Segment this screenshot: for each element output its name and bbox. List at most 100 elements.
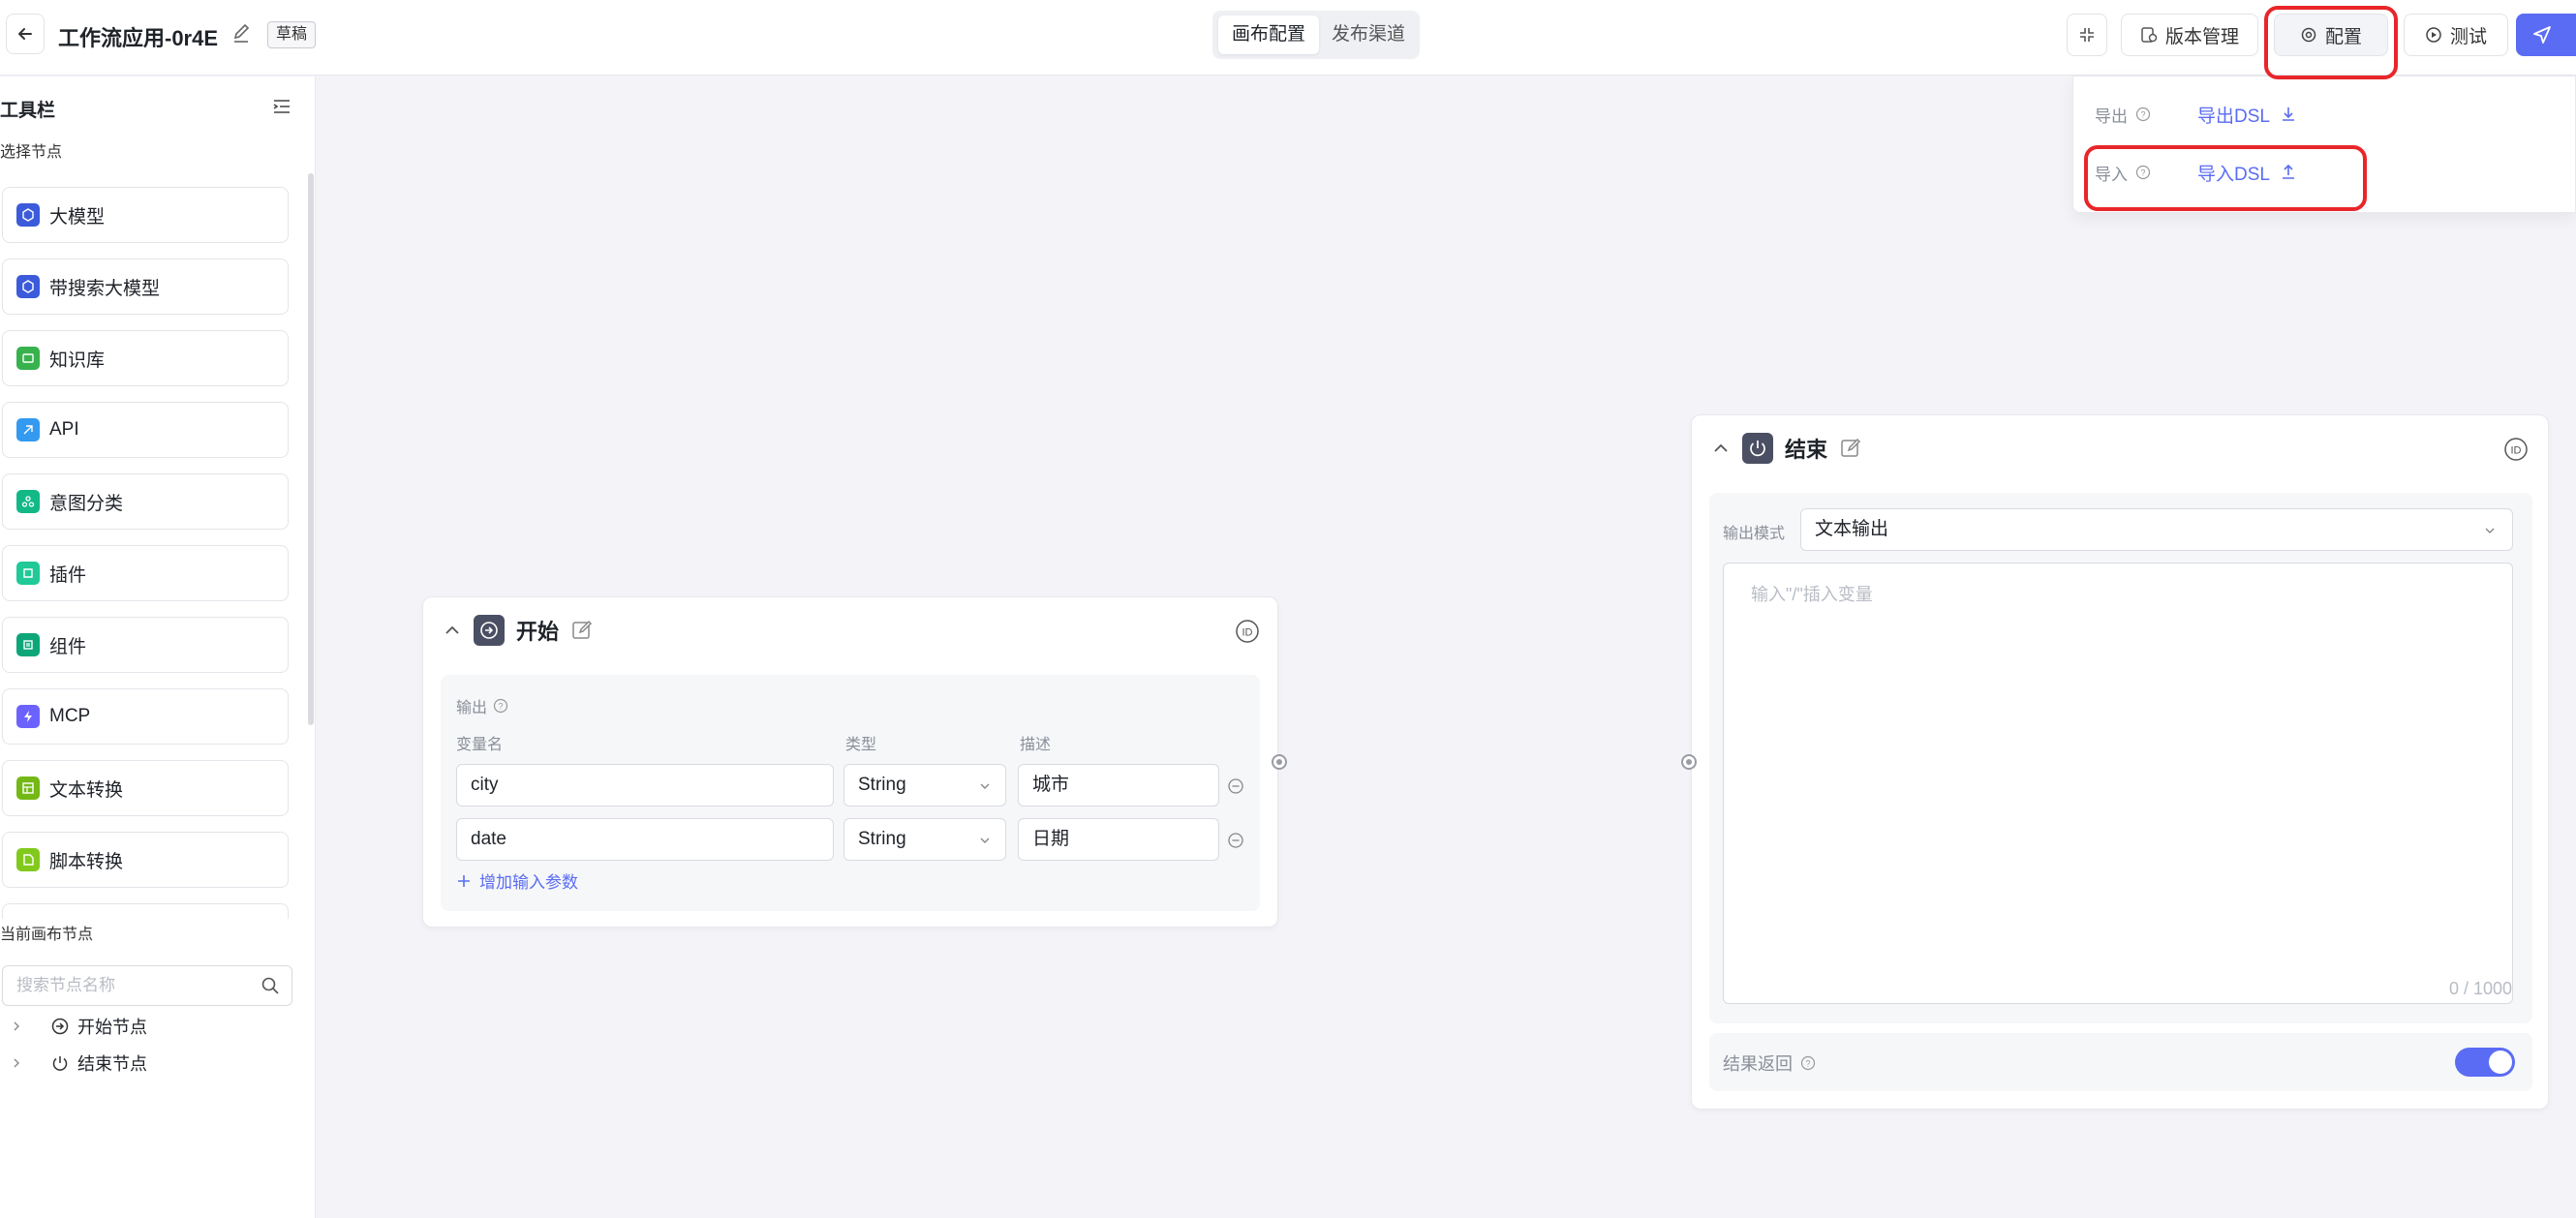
edit-icon[interactable] <box>230 21 252 45</box>
node-item-llm[interactable]: 大模型 <box>2 187 289 243</box>
output-mode-select[interactable]: 文本输出 <box>1800 508 2513 551</box>
help-icon: ? <box>2135 107 2151 122</box>
node-item-api[interactable]: API <box>2 402 289 458</box>
start-node-icon <box>51 1018 69 1035</box>
node-item-label: 文本转换 <box>49 779 124 801</box>
help-icon: ? <box>493 698 508 714</box>
edit-icon[interactable] <box>1839 437 1862 460</box>
sidebar-title: 工具栏 <box>0 101 56 121</box>
script-transform-icon <box>16 848 40 871</box>
output-section-label: 输出 ? <box>456 694 508 717</box>
chevron-right-icon[interactable] <box>10 1056 23 1070</box>
node-item-plugin[interactable]: 插件 <box>2 545 289 601</box>
sidebar-scrollbar[interactable] <box>308 173 314 725</box>
gear-icon <box>2301 27 2316 43</box>
start-node-body: 输出 ? 变量名 类型 描述 city String 城市 date Strin… <box>441 675 1260 911</box>
test-button[interactable]: 测试 <box>2404 14 2508 56</box>
current-nodes-label: 当前画布节点 <box>0 921 300 950</box>
node-item-search-llm[interactable]: 带搜索大模型 <box>2 259 289 315</box>
search-icon <box>261 977 279 994</box>
intent-icon <box>16 490 40 513</box>
chevron-up-icon[interactable] <box>443 621 462 640</box>
start-node-card[interactable]: 开始 ID 输出 ? 变量名 类型 描述 city String 城市 date… <box>422 596 1278 928</box>
node-item-text-transform[interactable]: 文本转换 <box>2 760 289 816</box>
export-row: 导出 ? <box>2095 100 2151 129</box>
back-button[interactable] <box>6 14 45 54</box>
variable-name-input[interactable]: date <box>456 818 834 861</box>
collapse-sidebar-icon[interactable] <box>271 96 292 117</box>
svg-text:?: ? <box>2140 168 2145 178</box>
column-header-type: 类型 <box>845 737 877 753</box>
add-param-button[interactable]: 增加输入参数 <box>456 868 578 893</box>
result-return-toggle[interactable] <box>2455 1048 2515 1077</box>
upload-icon <box>2282 164 2294 179</box>
llm-icon <box>16 203 40 227</box>
compress-icon <box>2080 28 2094 42</box>
version-management-button[interactable]: 版本管理 <box>2121 14 2258 56</box>
variable-type-select[interactable]: String <box>843 818 1006 861</box>
node-item-label: 带搜索大模型 <box>49 278 161 299</box>
select-value: String <box>858 829 906 849</box>
output-label: 输出 <box>456 700 488 716</box>
send-icon <box>2533 26 2551 44</box>
knowledge-icon <box>16 347 40 370</box>
variable-name-input[interactable]: city <box>456 764 834 807</box>
import-dsl-link[interactable]: 导入DSL <box>2197 158 2297 187</box>
search-placeholder: 搜索节点名称 <box>16 976 115 994</box>
chevron-down-icon <box>2485 528 2495 533</box>
tab-publish-channel[interactable]: 发布渠道 <box>1321 15 1416 54</box>
node-item-script-transform[interactable]: 脚本转换 <box>2 832 289 888</box>
id-icon[interactable]: ID <box>2503 437 2529 462</box>
config-button[interactable]: 配置 <box>2274 14 2388 56</box>
chevron-down-icon <box>980 837 990 843</box>
node-item-intent[interactable]: 意图分类 <box>2 473 289 530</box>
end-input-port[interactable] <box>1681 754 1697 770</box>
variable-type-select[interactable]: String <box>843 764 1006 807</box>
play-circle-icon <box>2426 27 2441 43</box>
fit-view-button[interactable] <box>2067 14 2107 56</box>
char-counter: 0 / 1000 <box>2448 979 2512 998</box>
svg-text:?: ? <box>1805 1059 1810 1069</box>
plus-icon <box>458 874 470 887</box>
version-icon <box>2141 27 2158 43</box>
chevron-down-icon <box>980 783 990 789</box>
import-row: 导入 ? <box>2095 158 2151 187</box>
result-return-label-group: 结果返回 ? <box>1723 1051 1816 1076</box>
export-label: 导出 <box>2095 107 2128 126</box>
tree-item-start[interactable]: 开始节点 <box>10 1012 147 1041</box>
node-item-mcp[interactable]: MCP <box>2 688 289 745</box>
svg-text:?: ? <box>499 702 504 712</box>
tree-item-label: 开始节点 <box>77 1018 147 1037</box>
download-icon <box>2282 107 2294 121</box>
export-dsl-link[interactable]: 导出DSL <box>2197 100 2297 129</box>
toolbar-sidebar: 工具栏 选择节点 大模型 带搜索大模型 知识库 API 意图分类 插件 组件 M… <box>0 76 316 1218</box>
start-node-title: 开始 <box>516 620 560 644</box>
output-text-editor[interactable]: 输入"/"插入变量 0 / 1000 <box>1723 563 2513 1004</box>
id-icon[interactable]: ID <box>1235 619 1260 644</box>
help-icon: ? <box>2135 165 2151 180</box>
variable-desc-input[interactable]: 城市 <box>1018 764 1219 807</box>
editor-placeholder: 输入"/"插入变量 <box>1751 585 1873 604</box>
node-search-input[interactable]: 搜索节点名称 <box>2 965 292 1006</box>
node-item-component[interactable]: 组件 <box>2 617 289 673</box>
start-output-port[interactable] <box>1272 754 1287 770</box>
remove-row-icon[interactable] <box>1227 832 1244 849</box>
node-item-label: 组件 <box>49 636 87 657</box>
add-param-label: 增加输入参数 <box>479 873 578 892</box>
variable-desc-input[interactable]: 日期 <box>1018 818 1219 861</box>
plugin-icon <box>16 562 40 585</box>
view-tabs: 画布配置 发布渠道 <box>1212 11 1420 59</box>
tab-canvas-config[interactable]: 画布配置 <box>1218 15 1319 54</box>
chevron-right-icon[interactable] <box>10 1020 23 1033</box>
tree-item-end[interactable]: 结束节点 <box>10 1049 147 1078</box>
node-item-label: 脚本转换 <box>49 851 124 872</box>
edit-icon[interactable] <box>570 619 594 642</box>
chevron-up-icon[interactable] <box>1711 439 1731 458</box>
end-node-card[interactable]: 结束 ID 输出模式 文本输出 输入"/"插入变量 0 / 1000 结果返回 … <box>1691 414 2549 1110</box>
node-item-knowledge[interactable]: 知识库 <box>2 330 289 386</box>
publish-button[interactable] <box>2516 14 2576 56</box>
power-icon <box>52 1056 68 1071</box>
remove-row-icon[interactable] <box>1227 777 1244 795</box>
test-label: 测试 <box>2449 26 2487 47</box>
export-dsl-label: 导出DSL <box>2197 106 2270 127</box>
